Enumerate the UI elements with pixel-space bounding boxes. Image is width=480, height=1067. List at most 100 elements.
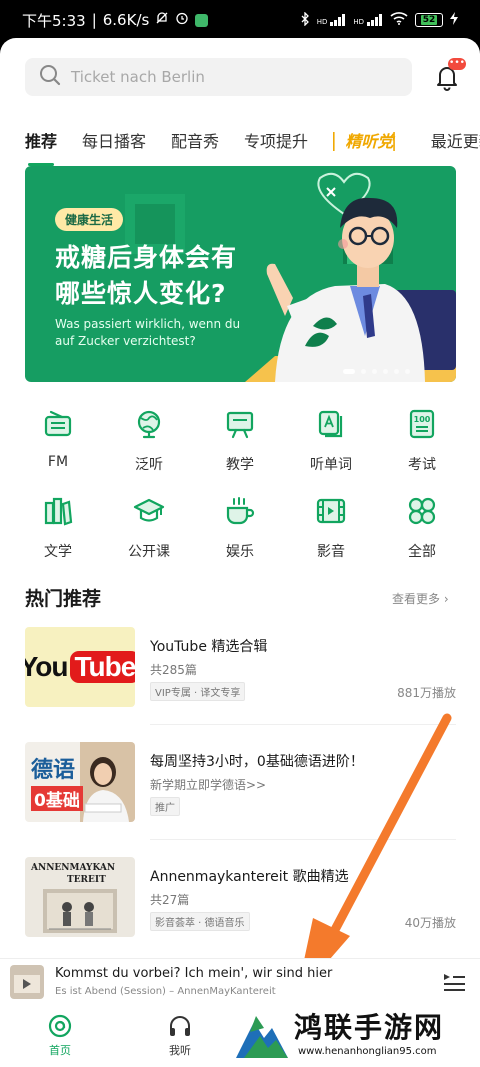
radio-icon [44,410,72,437]
hd-label: HD [353,18,364,26]
divider [150,724,456,725]
battery-level: 52 [420,15,438,25]
category-label: 考试 [408,457,436,473]
item-badge: VIP专属 · 译文专享 [150,682,246,701]
banner-title-line1: 戒糖后身体会有 [55,243,238,272]
home-icon [48,1014,72,1038]
flashcard-icon [318,410,343,438]
watermark-logo-icon [236,1016,288,1058]
site-watermark: 鸿联手游网 www.henanhonglian95.com [232,1004,478,1064]
exam-icon: 100 [409,409,435,439]
mini-player[interactable]: Kommst du vorbei? Ich mein', wir sind hi… [0,958,480,1006]
category-fm[interactable]: FM [13,408,103,474]
tab-daily-podcast[interactable]: 每日播客 [82,128,146,152]
item-plays: 881万播放 [397,686,456,700]
hd-label: HD [316,18,328,26]
category-extensive-listening[interactable]: 泛听 [104,408,194,474]
category-grid: FM 泛听 教学 听单词 100 考试 文学 公开课 娱乐 影音 全部 [13,408,467,582]
category-label: 文学 [44,544,72,560]
category-label: FM [47,454,69,470]
category-label: 全部 [408,544,436,560]
thumbnail-text: 0基础 [31,786,83,811]
item-badge: 推广 [150,797,180,816]
item-plays: 40万播放 [404,916,456,930]
category-label: 教学 [226,457,254,473]
player-cover [10,965,44,999]
category-entertainment[interactable]: 娱乐 [195,495,285,561]
nav-home[interactable]: 首页 [30,1014,90,1058]
category-exam[interactable]: 100 考试 [377,408,467,474]
chevron-right-icon: › [443,592,449,606]
list-item[interactable]: ANNENMAYKAN TEREIT Annenmaykantereit 歌曲精… [25,857,456,939]
player-title: Kommst du vorbei? Ich mein', wir sind hi… [55,966,333,981]
item-thumbnail: ANNENMAYKAN TEREIT [25,857,135,937]
category-open-course[interactable]: 公开课 [104,495,194,561]
item-count: 共285篇 [150,663,197,677]
easel-icon [226,411,254,439]
watermark-text: 鸿联手游网 [294,1011,445,1044]
playlist-icon [444,974,465,991]
category-teaching[interactable]: 教学 [195,408,285,474]
list-item[interactable]: 德语 0基础 每周坚持3小时，0基础德语进阶！ 新学期立即学德语>> 推广 [25,742,456,824]
search-icon [39,64,61,90]
item-count: 共27篇 [150,893,190,907]
see-more-label: 查看更多 [392,592,441,606]
bluetooth-icon [300,10,310,29]
watermark-url: www.henanhonglian95.com [298,1046,437,1057]
category-all[interactable]: 全部 [377,495,467,561]
tab-dubbing[interactable]: 配音秀 [171,128,219,152]
charging-icon [450,12,458,28]
search-bar[interactable]: Ticket nach Berlin [25,58,412,96]
player-subtitle: Es ist Abend (Session) – AnnenMayKantere… [55,986,276,997]
section-title: 热门推荐 [25,588,102,610]
item-subtitle: 新学期立即学德语>> [150,778,267,792]
graduation-cap-icon [133,498,165,522]
tab-special-training[interactable]: 专项提升 [244,128,308,152]
tab-intensive-listening[interactable]: 精听党 [333,128,406,152]
signal-1-icon: HD [317,14,347,26]
playlist-button[interactable] [442,971,466,997]
category-label: 泛听 [135,457,163,473]
notification-button[interactable]: ••• [432,58,466,92]
category-tabs: 推荐 每日播客 配音秀 专项提升 精听党 最近更新 [0,124,480,166]
item-badge: 影音荟萃 · 德语音乐 [150,912,250,931]
banner-subtitle: Was passiert wirklich, wenn du auf Zucke… [55,317,241,348]
headphones-icon [170,1016,190,1036]
network-speed: 6.6K/s [102,11,150,29]
app-screen: Ticket nach Berlin ••• 推荐 每日播客 配音秀 专项提升 … [0,38,480,1067]
alarm-icon [175,11,189,29]
divider [150,839,456,840]
item-thumbnail: You Tube [25,627,135,707]
coffee-cup-icon [226,497,255,525]
promo-banner[interactable]: 健康生活 戒糖后身体会有 哪些惊人变化? Was passiert wirkli… [25,166,456,382]
item-title: Annenmaykantereit 歌曲精选 [150,869,349,885]
item-title: 每周坚持3小时，0基础德语进阶！ [150,754,364,770]
signal-2-icon: HD [353,14,383,26]
wifi-icon [390,12,408,28]
battery-icon: 52 [415,13,443,27]
see-more-link[interactable]: 查看更多 › [392,590,449,607]
four-leaf-icon [408,497,436,525]
nav-label: 我听 [169,1044,191,1057]
nav-label: 首页 [49,1044,71,1057]
category-label: 娱乐 [226,544,254,560]
nav-my-listening[interactable]: 我听 [150,1014,210,1058]
tab-recent-updates[interactable]: 最近更新 [431,128,480,152]
thumbnail-text: You [25,651,68,682]
category-literature[interactable]: 文学 [13,495,103,561]
notification-badge: ••• [448,58,466,70]
thumbnail-text: 德语 [31,758,76,783]
banner-tag: 健康生活 [55,208,124,231]
category-label: 听单词 [310,457,352,473]
svg-text:100: 100 [414,415,431,424]
category-label: 影音 [317,544,345,560]
tab-recommend[interactable]: 推荐 [25,128,57,166]
search-placeholder: Ticket nach Berlin [71,68,205,86]
globe-icon [137,410,161,439]
list-item[interactable]: You Tube YouTube 精选合辑 共285篇 VIP专属 · 译文专享… [25,627,456,709]
clock: 下午5:33 [22,11,86,30]
app-notification-icon [195,13,209,27]
carousel-indicator [343,369,410,374]
category-media[interactable]: 影音 [286,495,376,561]
category-vocabulary[interactable]: 听单词 [286,408,376,474]
